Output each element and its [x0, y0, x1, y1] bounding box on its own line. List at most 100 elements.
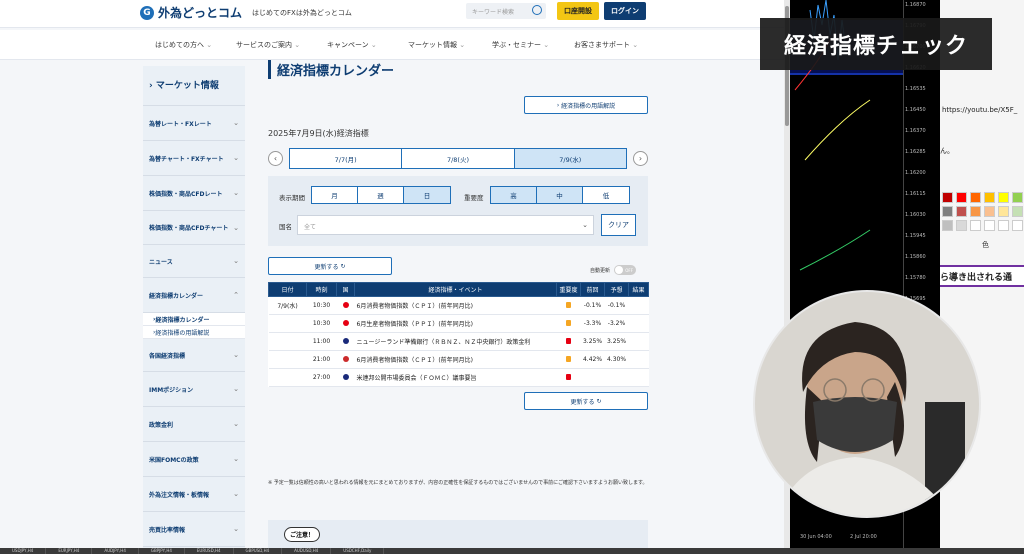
row-importance [556, 332, 581, 351]
color-swatch[interactable] [998, 220, 1009, 231]
sidebar-heading: › マーケット情報 [143, 66, 245, 106]
color-swatch[interactable] [942, 192, 953, 203]
color-swatch[interactable] [998, 206, 1009, 217]
site-logo[interactable]: G 外為どっとコム はじめてのFXは外為どっとコム [140, 4, 352, 21]
prev-day-icon[interactable]: ‹ [268, 151, 283, 166]
table-row[interactable]: 10:30 6月生産者物価指数（ＰＰＩ）(前年同月比) -3.3% -3.2% [268, 314, 649, 333]
update-button[interactable]: 更新する ↻ [268, 257, 392, 275]
gnav-item[interactable]: はじめての方へ [155, 40, 212, 50]
sidebar-item-active[interactable]: 経済指標カレンダー ⌃ [143, 278, 245, 313]
color-swatch[interactable] [970, 192, 981, 203]
search-input[interactable]: キーワード検索 [466, 3, 546, 19]
color-swatch[interactable] [984, 206, 995, 217]
color-swatch[interactable] [942, 206, 953, 217]
gnav-item[interactable]: お客さまサポート [574, 40, 638, 50]
price-tick: 1.16030 [905, 212, 926, 218]
price-tick: 1.15780 [905, 275, 926, 281]
chart-tab[interactable]: GBPUSD,H4 [234, 548, 283, 554]
sidebar-item[interactable]: 為替チャート・FXチャート ⌄ [143, 141, 245, 176]
row-forecast: -0.1% [604, 296, 629, 315]
row-forecast: 3.25% [604, 332, 629, 351]
sidebar-subitem[interactable]: › 経済指標の用語解説 [143, 326, 245, 339]
next-day-icon[interactable]: › [633, 151, 648, 166]
importance-option[interactable]: 低 [583, 187, 629, 203]
auto-update-toggle[interactable]: OFF [614, 265, 637, 275]
price-tick: 1.16285 [905, 149, 926, 155]
row-event: 6月消費者物価指数（ＣＰＩ）(前年同月比) [354, 350, 557, 369]
color-swatch[interactable] [956, 220, 967, 231]
update-button-bottom[interactable]: 更新する ↻ [524, 392, 648, 410]
table-row[interactable]: 11:00 ニュージーランド準備銀行（ＲＢＮＺ、ＮＺ中央銀行）政策金利 3.25% 3… [268, 332, 649, 351]
tab-day[interactable]: 7/7(月) [290, 149, 403, 168]
sidebar-subitem[interactable]: › 経済指標カレンダー [143, 313, 245, 326]
gnav-item[interactable]: キャンペーン [327, 40, 377, 50]
col-header: 結果 [628, 282, 649, 297]
table-row[interactable]: 27:00 米連邦公開市場委員会（ＦＯＭＣ）議事要旨 [268, 368, 649, 387]
color-swatch[interactable] [1012, 192, 1023, 203]
period-option-active[interactable]: 日 [404, 187, 450, 203]
gnav-item[interactable]: サービスのご案内 [236, 40, 300, 50]
tab-day[interactable]: 7/8(火) [402, 149, 515, 168]
sidebar-item[interactable]: 為替レート・FXレート ⌄ [143, 106, 245, 141]
sidebar-item[interactable]: 米国FOMCの政策 ⌄ [143, 442, 245, 477]
glossary-button[interactable]: › 経済指標の用語解説 [524, 96, 648, 114]
chart-tab[interactable]: USDCHF,Daily [331, 548, 385, 554]
table-row[interactable]: 21:00 6月消費者物価指数（ＣＰＩ）(前年同月比) 4.42% 4.30% [268, 350, 649, 369]
brand-tagline: はじめてのFXは外為どっとコム [252, 8, 352, 17]
country-select[interactable]: 全て ⌄ [297, 215, 594, 235]
period-option[interactable]: 週 [358, 187, 404, 203]
color-swatch[interactable] [1012, 220, 1023, 231]
login-button[interactable]: ログイン [604, 2, 646, 20]
period-option[interactable]: 月 [312, 187, 358, 203]
color-swatch[interactable] [984, 192, 995, 203]
gnav-item[interactable]: マーケット情報 [408, 40, 465, 50]
ticker-text: ら導き出される通 [940, 265, 1024, 287]
period-label: 表示期間 [279, 194, 305, 202]
logo-icon: G [140, 5, 154, 20]
sidebar-item[interactable]: 政策金利 ⌄ [143, 407, 245, 442]
sidebar-item[interactable]: 売買比率情報 ⌄ [143, 512, 245, 547]
row-date [268, 368, 307, 387]
sidebar-item[interactable]: 各国経済指標 ⌄ [143, 339, 245, 372]
chart-tab[interactable]: AUDJPY,H4 [92, 548, 139, 554]
color-swatch[interactable] [998, 192, 1009, 203]
row-result [628, 314, 649, 333]
sidebar-item[interactable]: ニュース ⌄ [143, 245, 245, 278]
color-label: 色 [982, 241, 989, 249]
col-header[interactable]: 重要度 [556, 282, 581, 297]
color-swatch[interactable] [970, 220, 981, 231]
chart-tab[interactable]: AUDUSD,H4 [282, 548, 332, 554]
sidebar-item[interactable]: 外為注文情報・板情報 ⌄ [143, 477, 245, 512]
search-icon[interactable] [532, 5, 542, 15]
chart-tab[interactable]: EURUSD,H4 [185, 548, 234, 554]
color-swatch[interactable] [970, 206, 981, 217]
sidebar-item[interactable]: 株価指数・商品CFDチャート ⌄ [143, 211, 245, 245]
clear-button[interactable]: クリア [601, 214, 636, 236]
url-text[interactable]: https://youtu.be/X5F_ [942, 106, 1017, 114]
sidebar-item[interactable]: 株価指数・商品CFDレート ⌄ [143, 176, 245, 211]
row-event: 米連邦公開市場委員会（ＦＯＭＣ）議事要旨 [354, 368, 557, 387]
chart-tab[interactable]: GBPJPY,H4 [139, 548, 185, 554]
ma-yellow [804, 99, 871, 161]
row-time: 11:00 [306, 332, 337, 351]
tab-day-active[interactable]: 7/9(水) [514, 149, 626, 168]
sidebar-item[interactable]: IMMポジション ⌄ [143, 372, 245, 407]
gnav-item[interactable]: 学ぶ・セミナー [492, 40, 549, 50]
open-account-button[interactable]: 口座開設 [557, 2, 599, 20]
chart-tab[interactable]: USDJPY,H4 [0, 548, 47, 554]
chart-tab[interactable]: EURJPY,H4 [46, 548, 93, 554]
importance-segment: 高 中 低 [490, 186, 630, 204]
color-swatch[interactable] [956, 206, 967, 217]
color-swatch[interactable] [984, 220, 995, 231]
color-swatch[interactable] [1012, 206, 1023, 217]
notice-box: ご注意！ [268, 520, 648, 548]
importance-option[interactable]: 中 [537, 187, 583, 203]
color-swatch[interactable] [956, 192, 967, 203]
color-swatch[interactable] [942, 220, 953, 231]
row-flag [336, 332, 355, 351]
row-time: 27:00 [306, 368, 337, 387]
table-row[interactable]: 7/9(水) 10:30 6月消費者物価指数（ＣＰＩ）(前年同月比) -0.1% -0.… [268, 296, 649, 315]
importance-option[interactable]: 高 [491, 187, 537, 203]
row-forecast: -3.2% [604, 314, 629, 333]
day-tabs: 7/7(月) 7/8(火) 7/9(水) [289, 148, 627, 169]
